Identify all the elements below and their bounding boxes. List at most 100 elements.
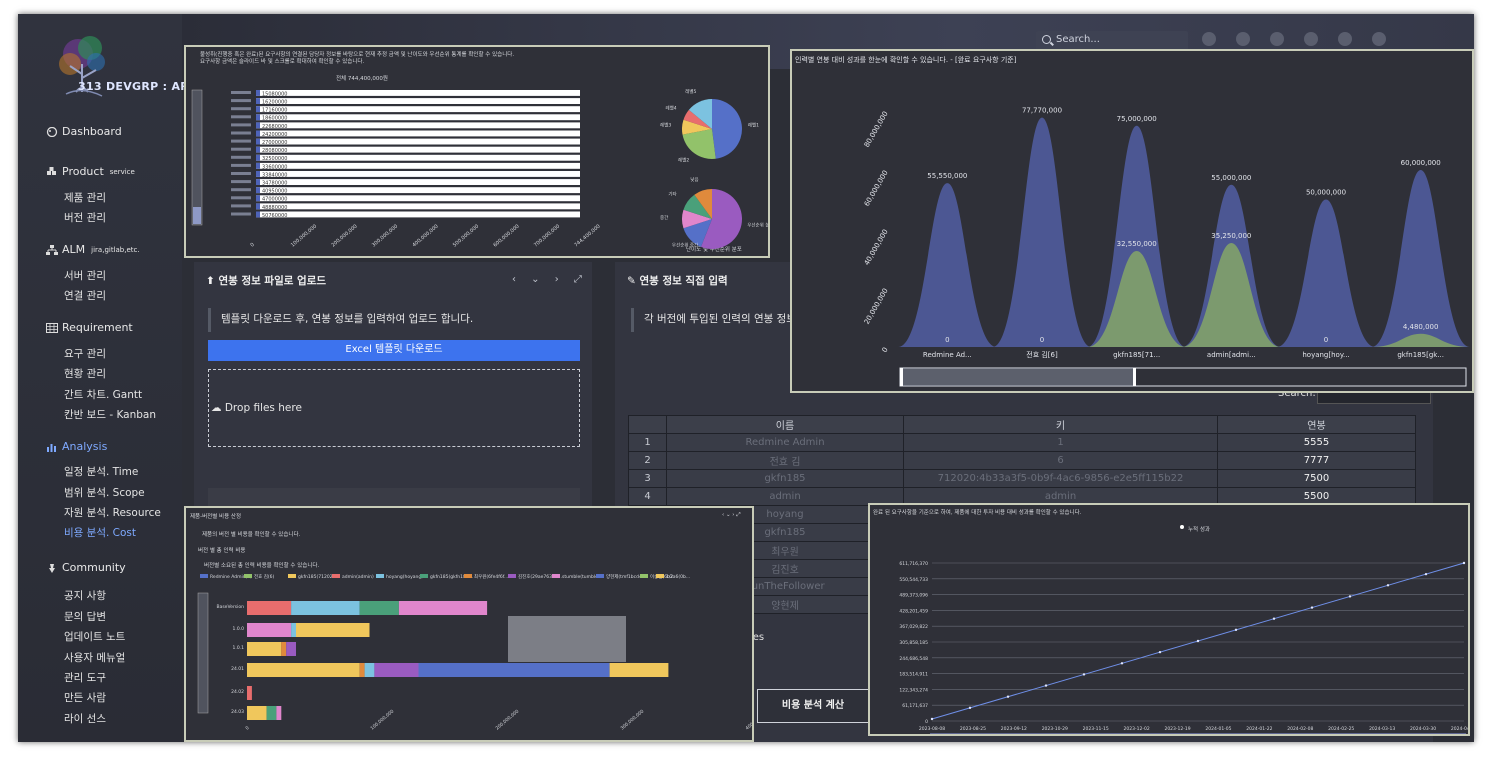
ov4-y-tick: 61,171,637	[902, 703, 928, 709]
ov4-y-tick: 611,716,370	[899, 561, 928, 567]
ov1-bar-category-label	[231, 107, 251, 111]
ov2-zoom-handle-right	[1133, 368, 1136, 386]
ov1-x-tick: 744,400,000	[573, 223, 601, 248]
ov4-y-tick: 550,544,733	[899, 577, 928, 583]
ov1-x-tick: 400,000,000	[411, 223, 439, 248]
ov2-value-label: 4,480,000	[1403, 323, 1439, 331]
ov1-bar-value: 15080000	[262, 91, 287, 97]
nav-product[interactable]: Product service	[46, 165, 135, 178]
overlay-cost-bar-pie: 불성취(진행중 혹은 완료)된 요구사항의 연결된 담당자 정보를 바탕으로 현…	[184, 45, 770, 258]
ov1-pie2-label: 기타	[668, 190, 677, 197]
ov1-bar-value: 33600000	[262, 164, 287, 170]
search-input[interactable]: Search...	[1036, 31, 1188, 51]
ov3-legend-swatch	[552, 574, 560, 578]
ov2-zoom-window	[900, 368, 1134, 386]
nav-server-manage[interactable]: 서버 관리	[64, 268, 106, 283]
ov4-y-tick: 244,686,548	[899, 656, 928, 662]
nav-status-manage[interactable]: 현황 관리	[64, 366, 106, 381]
excel-template-download-button[interactable]: Excel 템플릿 다운로드	[208, 340, 580, 361]
ov1-bar-track	[256, 138, 580, 145]
direct-panel-title-text: 연봉 정보 직접 입력	[639, 275, 728, 287]
nav-time-analysis[interactable]: 일정 분석. Time	[64, 464, 138, 479]
pin-icon	[46, 563, 58, 573]
col-salary[interactable]: 연봉	[1217, 415, 1416, 434]
nav-license[interactable]: 라이 선스	[64, 711, 106, 726]
search-icon	[1042, 35, 1051, 44]
ov2-value-label: 35,250,000	[1211, 232, 1251, 240]
ov4-zoom-bar	[930, 733, 1466, 734]
col-key[interactable]: 키	[903, 415, 1218, 434]
nav-requirement[interactable]: Requirement	[46, 321, 133, 334]
ov1-bar-track	[256, 187, 580, 194]
ov4-x-tick: 2024-01-05	[1205, 726, 1231, 732]
nav-product-manage[interactable]: 제품 관리	[64, 190, 106, 205]
notification-icon[interactable]	[1270, 32, 1284, 46]
nav-req-manage[interactable]: 요구 관리	[64, 346, 106, 361]
ov1-bar-track	[256, 171, 580, 177]
ov3-legend-swatch	[640, 574, 648, 578]
cost-analysis-calc-button[interactable]: 비용 분석 계산	[757, 689, 869, 723]
nav-admin-tools[interactable]: 관리 도구	[64, 670, 106, 685]
cell-name: Redmine Admin	[666, 433, 904, 452]
overlay-version-cost: 제품-버전별 비용 산정 ‹ ⌄ › ⤢ 제품의 버전 별 비용을 확인할 수 …	[184, 506, 754, 742]
ov4-point	[968, 706, 972, 710]
nav-analysis[interactable]: Analysis	[46, 440, 107, 453]
nav-scope-analysis[interactable]: 범위 분석. Scope	[64, 485, 145, 500]
nav-resource-analysis[interactable]: 자원 분석. Resource	[64, 505, 161, 520]
nav-notice[interactable]: 공지 사항	[64, 588, 106, 603]
ov3-legend-item: admin(admin)	[342, 574, 374, 580]
nav-link-manage[interactable]: 연결 관리	[64, 288, 106, 303]
ov2-area-peak	[898, 183, 997, 347]
ov3-legend-swatch	[244, 574, 252, 578]
ov1-bar-value: 48880000	[262, 205, 287, 211]
ov2-value-label: 0	[1040, 336, 1044, 344]
cell-key: 712020:4b33a3f5-0b9f-4ac6-9856-e2e5ff115…	[903, 469, 1218, 488]
ov3-stack-segment	[281, 642, 287, 656]
ov1-bar	[256, 195, 260, 202]
panel-controls[interactable]: ‹ ⌄ › ⤢	[512, 274, 588, 285]
user-icon[interactable]	[1338, 32, 1352, 46]
direct-notice: 각 버전에 투입된 인력의 연봉 정보	[631, 308, 796, 332]
nav-update-notes[interactable]: 업데이트 노트	[64, 629, 125, 644]
ov2-x-tick: admin[admi...	[1207, 351, 1256, 359]
nav-cost-analysis[interactable]: 비용 분석. Cost	[64, 525, 136, 540]
ov1-bar-value: 33840000	[262, 172, 287, 178]
table-row[interactable]: 1 Redmine Admin 1 5555	[628, 433, 1416, 452]
nav-gantt[interactable]: 간트 차트. Gantt	[64, 387, 142, 402]
nav-creators[interactable]: 만든 사람	[64, 690, 106, 705]
ov4-x-tick: 2023-08-25	[960, 726, 986, 732]
ov4-x-tick: 2023-12-19	[1164, 726, 1190, 732]
nav-alm[interactable]: ALM jira,gitlab,etc.	[46, 243, 140, 256]
nav-dashboard-label: Dashboard	[62, 125, 122, 138]
ov2-x-tick: gkfn185[gk...	[1397, 351, 1444, 359]
sidebar: 313 DEVGRP : ARMS Dashboard Product servi…	[18, 14, 208, 742]
nav-user-manual[interactable]: 사용자 메뉴얼	[64, 650, 125, 665]
ov2-value-label: 55,550,000	[927, 172, 967, 180]
chat-icon[interactable]	[1236, 32, 1250, 46]
upload-panel-title: ⬆ 연봉 정보 파일로 업로드	[206, 275, 327, 287]
table-row[interactable]: 2 전효 김 6 7777	[628, 451, 1416, 470]
ov1-bar-category-label	[231, 212, 251, 216]
ov2-zoom-handle-left	[900, 368, 903, 386]
ov3-stack-segment	[296, 623, 370, 637]
ov1-bar-category-label	[231, 139, 251, 143]
ov1-bar-track	[256, 146, 580, 153]
ov2-value-label: 50,000,000	[1306, 189, 1346, 197]
ov1-bar-track	[256, 211, 580, 218]
file-dropzone[interactable]: ☁ Drop files here	[208, 369, 580, 447]
nav-dashboard[interactable]: Dashboard	[46, 125, 122, 138]
settings-icon[interactable]	[1304, 32, 1318, 46]
nav-kanban[interactable]: 칸반 보드 - Kanban	[64, 407, 156, 422]
table-row[interactable]: 3 gkfn185 712020:4b33a3f5-0b9f-4ac6-9856-e…	[628, 469, 1416, 488]
ov3-y-label: BaseVersion	[216, 604, 244, 610]
power-icon[interactable]	[1372, 32, 1386, 46]
search-toggle-icon[interactable]	[1202, 32, 1216, 46]
ov3-legend-swatch	[200, 574, 208, 578]
col-index[interactable]	[628, 415, 667, 434]
nav-community[interactable]: Community	[46, 561, 126, 574]
ov1-pie1-label: 레벨5	[685, 88, 696, 95]
cell-key: 6	[903, 451, 1218, 470]
nav-version-manage[interactable]: 버전 관리	[64, 210, 106, 225]
nav-qna[interactable]: 문의 답변	[64, 609, 106, 624]
col-name[interactable]: 이름	[666, 415, 904, 434]
